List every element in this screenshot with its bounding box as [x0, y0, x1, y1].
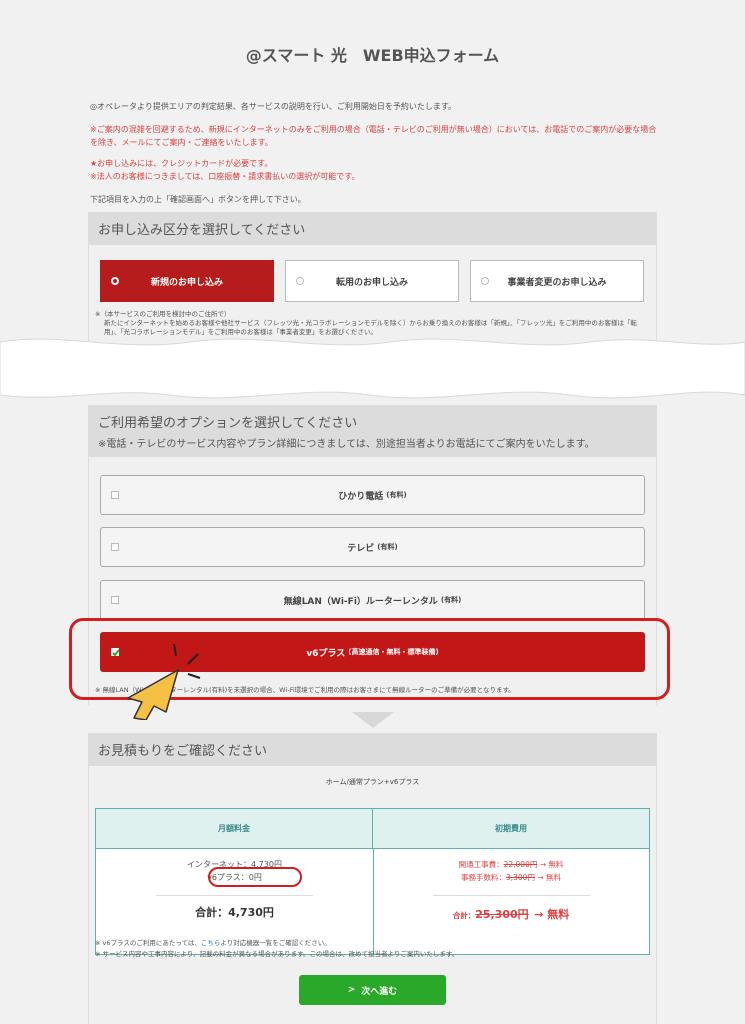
monthly-fee-header: 月額料金 [96, 809, 373, 849]
radio-icon [111, 277, 119, 285]
options-heading: ご利用希望のオプションを選択してください [98, 416, 358, 431]
warning-text: ※ご案内の混雑を回避するため、新規にインターネットのみをご利用の場合（電話・テレ… [90, 125, 657, 147]
option-new-application[interactable]: 新規のお申し込み [100, 260, 274, 302]
chevron-right-icon: > [347, 985, 356, 995]
checkbox-checked-icon [111, 648, 120, 657]
page-break-wave [0, 338, 745, 399]
option-tv[interactable]: テレビ (有料) [100, 527, 645, 567]
pointer-hand-icon [127, 643, 201, 720]
monthly-total: 合計：4,730円 [195, 906, 274, 919]
plan-name: ホーム/通常プラン+v6プラス [325, 778, 420, 786]
application-type-heading: お申し込み区分を選択してください [89, 212, 656, 245]
option-hikari-denwa[interactable]: ひかり電話 (有料) [100, 475, 645, 515]
estimate-note-1: ※ v6プラスのご利用にあたっては、こちらより対応機器一覧をご確認ください。 [95, 939, 331, 947]
next-button[interactable]: > 次へ進む [299, 975, 446, 1005]
checkbox-icon [111, 596, 119, 604]
initial-fee-header: 初期費用 [373, 809, 649, 849]
option-provider-change[interactable]: 事業者変更のお申し込み [470, 260, 644, 302]
estimate-heading: お見積もりをご確認ください [89, 733, 656, 766]
construction-fee: 開通工事費：22,000円 → 無料 [458, 860, 564, 869]
estimate-note-2: ※ サービス内容や工事内容により、記載の料金が異なる場合があります。この場合は、… [95, 950, 459, 958]
page-title: @スマート 光 WEB申込フォーム [245, 46, 500, 65]
corporate-notice: ※法人のお客様につきましては、口座振替・請求書払いの選択が可能です。 [90, 172, 360, 181]
admin-fee: 事務手数料：3,300円 → 無料 [460, 873, 562, 882]
down-arrow-icon [352, 712, 394, 728]
option-transfer-application[interactable]: 転用のお申し込み [285, 260, 459, 302]
radio-icon [296, 277, 304, 285]
estimate-table: 月額料金 初期費用 インターネット：4,730円 v6プラス：0円 合計：4,7… [95, 808, 650, 955]
initial-total: 合計：25,300円 → 無料 [452, 908, 570, 921]
intro-text: ◎オペレータより提供エリアの判定結果、各サービスの説明を行い、ご利用開始日を予約… [90, 102, 457, 111]
checkbox-icon [111, 543, 119, 551]
estimate-notes: ※ v6プラスのご利用にあたっては、こちらより対応機器一覧をご確認ください。 ※… [95, 938, 655, 960]
option-wifi-router[interactable]: 無線LAN（Wi-Fi）ルーターレンタル (有料) [100, 580, 645, 620]
instruction-text: 下記項目を入力の上「確認画面へ」ボタンを押して下さい。 [90, 195, 306, 204]
device-list-link[interactable]: こちら [201, 939, 221, 947]
credit-card-notice: ★お申し込みには、クレジットカードが必要です。 [90, 159, 273, 168]
options-subheading: ※電話・テレビのサービス内容やプラン詳細につきましては、別途担当者よりお電話にて… [98, 439, 595, 450]
checkbox-icon [111, 491, 119, 499]
radio-icon [481, 277, 489, 285]
v6-fee-highlight [208, 867, 302, 887]
